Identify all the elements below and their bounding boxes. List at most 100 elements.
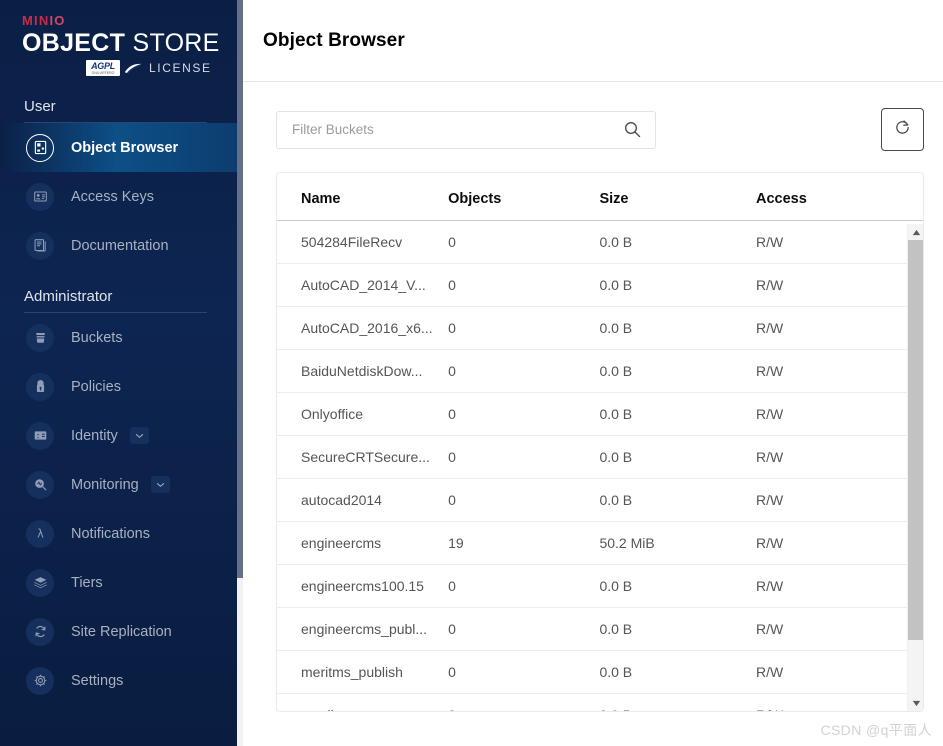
cell-access: R/W — [755, 349, 923, 393]
table-row[interactable]: Onlyoffice 0 0.0 B R/W — [277, 392, 923, 436]
cell-size: 50.2 MiB — [599, 521, 756, 565]
site-replication-icon — [26, 617, 54, 646]
table-header: Name Objects Size Access — [277, 173, 923, 221]
chevron-down-icon-monitoring[interactable] — [150, 476, 170, 493]
sidebar-item-label-buckets: Buckets — [71, 329, 123, 346]
content-area: Name Objects Size Access 504284FileRecv0… — [243, 82, 943, 712]
sidebar-item-access-keys[interactable]: Access Keys — [0, 172, 243, 221]
page-title: Object Browser — [263, 29, 405, 51]
cell-objects: 0 — [448, 306, 600, 350]
cell-name: AutoCAD_2016_x6... — [277, 306, 449, 350]
sidebar-item-documentation[interactable]: Documentation — [0, 221, 243, 270]
notifications-lambda-icon: λ — [26, 519, 54, 548]
page-header: Object Browser — [243, 0, 943, 82]
sidebar-section-administrator: Administrator Buckets Policies Identity … — [0, 270, 243, 705]
cell-objects: 0 — [448, 478, 600, 522]
cell-size: 0.0 B — [599, 435, 756, 479]
cell-access: R/W — [755, 607, 923, 651]
sidebar-item-monitoring[interactable]: Monitoring — [0, 460, 243, 509]
table-row[interactable]: engineercms100.15 0 0.0 B R/W — [277, 564, 923, 608]
table-row[interactable]: smallprogram00.0 BR/W — [277, 693, 923, 711]
cell-objects: 0 — [448, 564, 600, 608]
table-row[interactable]: SecureCRTSecure... 0 0.0 B R/W — [277, 435, 923, 479]
cell-objects: 0 — [448, 650, 600, 694]
cell-name: 504284FileRecv — [277, 220, 449, 264]
cell-size: 0.0 B — [599, 693, 756, 711]
table-scrollbar[interactable] — [907, 224, 923, 711]
sidebar-item-label-policies: Policies — [71, 378, 121, 395]
table-row[interactable]: AutoCAD_2016_x6... 0 0.0 B R/W — [277, 306, 923, 350]
brand-logo: MINIO OBJECT STORE AGPL GNU AFFERO LICEN… — [0, 0, 243, 80]
cell-size: 0.0 B — [599, 607, 756, 651]
table-scrollbar-thumb[interactable] — [908, 240, 923, 640]
tiers-layers-icon — [26, 568, 54, 597]
sidebar-item-tiers[interactable]: Tiers — [0, 558, 243, 607]
agpl-badge-text: AGPL — [91, 61, 115, 71]
object-store-wordmark: OBJECT STORE — [22, 30, 243, 57]
cell-access: R/W — [755, 306, 923, 350]
cell-name: AutoCAD_2014_V... — [277, 263, 449, 307]
identity-icon — [26, 421, 54, 450]
cell-objects: 0 — [448, 349, 600, 393]
table-row[interactable]: engineercms_publ... 0 0.0 B R/W — [277, 607, 923, 651]
sidebar-item-identity[interactable]: Identity — [0, 411, 243, 460]
cell-access: R/W — [755, 392, 923, 436]
sidebar-item-buckets[interactable]: Buckets — [0, 313, 243, 362]
cell-size: 0.0 B — [599, 263, 756, 307]
license-label: LICENSE — [149, 61, 212, 75]
table-row[interactable]: 504284FileRecv 0 0.0 B R/W — [277, 220, 923, 264]
sidebar-item-site-replication[interactable]: Site Replication — [0, 607, 243, 656]
chevron-down-icon-identity[interactable] — [129, 427, 149, 444]
documentation-icon — [26, 231, 54, 260]
cell-objects: 0 — [448, 220, 600, 264]
agpl-swoosh-icon — [124, 63, 142, 74]
toolbar — [276, 108, 933, 151]
sidebar-item-label-monitoring: Monitoring — [71, 476, 139, 493]
filter-buckets-box[interactable] — [276, 110, 656, 149]
scroll-up-arrow-icon[interactable] — [908, 224, 923, 240]
sidebar-section-title-user: User — [24, 98, 56, 115]
cell-size: 0.0 B — [599, 392, 756, 436]
table-row[interactable]: BaiduNetdiskDow... 0 0.0 B R/W — [277, 349, 923, 393]
column-header-access[interactable]: Access — [755, 173, 923, 221]
cell-access: R/W — [755, 220, 923, 264]
column-header-size[interactable]: Size — [599, 173, 756, 221]
table-row[interactable]: engineercms 19 50.2 MiB R/W — [277, 521, 923, 565]
agpl-badge: AGPL GNU AFFERO — [86, 60, 120, 76]
sidebar-section-title-administrator: Administrator — [24, 288, 113, 305]
sidebar-item-object-browser[interactable]: Object Browser — [0, 123, 243, 172]
table-row[interactable]: autocad2014 0 0.0 B R/W — [277, 478, 923, 522]
column-header-objects[interactable]: Objects — [448, 173, 600, 221]
search-icon[interactable] — [623, 120, 642, 139]
cell-name: SecureCRTSecure... — [277, 435, 449, 479]
table-row[interactable]: AutoCAD_2014_V... 0 0.0 B R/W — [277, 263, 923, 307]
table-body: 504284FileRecv 0 0.0 B R/W AutoCAD_2014_V...… — [277, 220, 923, 711]
minio-min-text: MIN — [22, 13, 50, 28]
sidebar-item-notifications[interactable]: λ Notifications — [0, 509, 243, 558]
license-row: AGPL GNU AFFERO LICENSE — [22, 60, 243, 76]
cell-objects: 19 — [448, 521, 600, 565]
sidebar-item-settings[interactable]: Settings — [0, 656, 243, 705]
main-content: Object Browser Filter Buckets Name Objec… — [243, 0, 943, 746]
cell-access: R/W — [755, 435, 923, 479]
cell-objects: 0 — [448, 693, 600, 711]
settings-gear-icon — [26, 666, 54, 695]
cell-access: R/W — [755, 263, 923, 307]
cell-name: Onlyoffice — [277, 392, 449, 436]
access-keys-icon — [26, 182, 54, 211]
monitoring-icon — [26, 470, 54, 499]
refresh-button[interactable] — [881, 108, 924, 151]
sidebar-item-policies[interactable]: Policies — [0, 362, 243, 411]
scroll-down-arrow-icon[interactable] — [908, 695, 923, 711]
cell-access: R/W — [755, 521, 923, 565]
table-row[interactable]: meritms_publish 0 0.0 B R/W — [277, 650, 923, 694]
cell-objects: 0 — [448, 435, 600, 479]
svg-text:λ: λ — [37, 527, 44, 540]
cell-size: 0.0 B — [599, 478, 756, 522]
minio-wordmark: MINIO — [22, 14, 243, 28]
column-header-name[interactable]: Name — [277, 173, 449, 221]
store-text: STORE — [132, 29, 220, 57]
cell-objects: 0 — [448, 607, 600, 651]
refresh-icon — [893, 118, 912, 142]
search-input[interactable] — [290, 121, 623, 138]
